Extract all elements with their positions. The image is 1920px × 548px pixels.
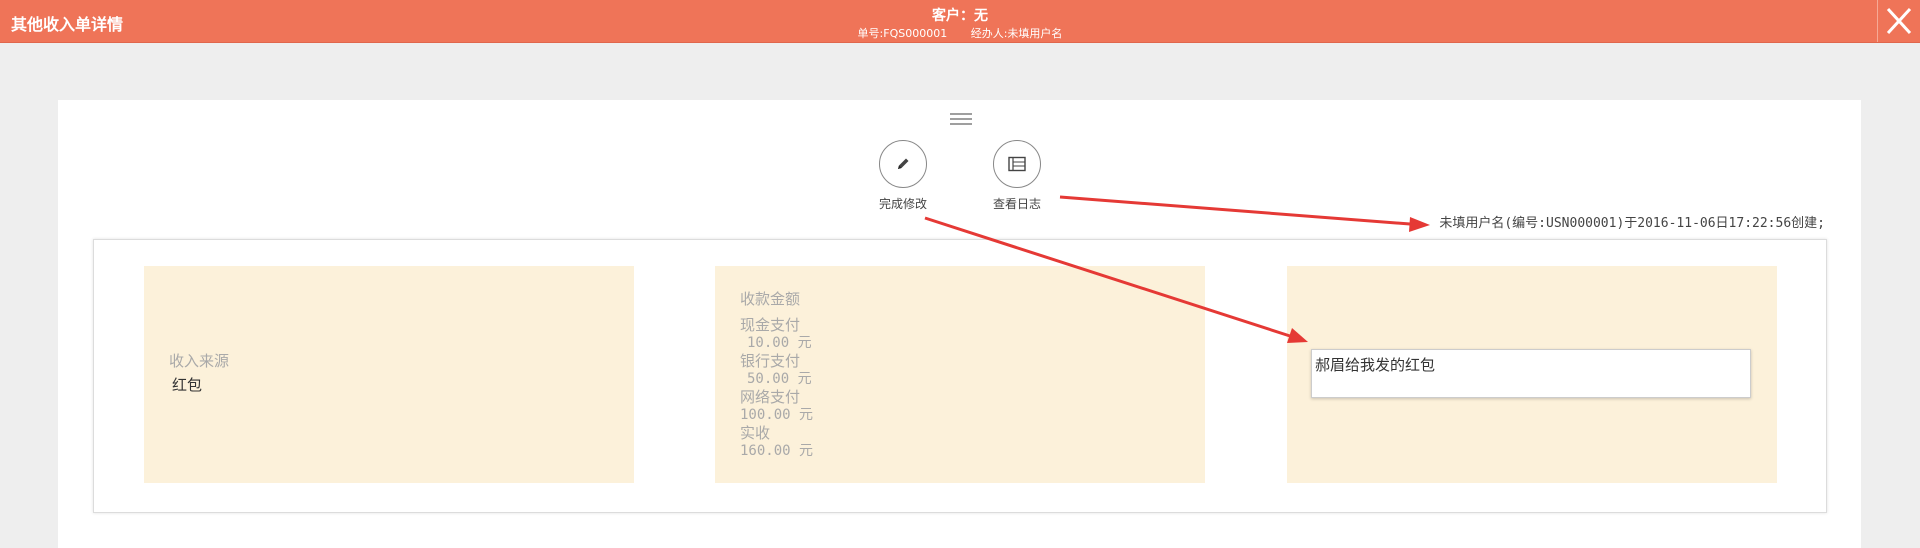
- memo-input[interactable]: 郝眉给我发的红包: [1311, 349, 1751, 398]
- received-label: 实收: [740, 424, 771, 442]
- order-meta: 单号:FQS000001 经办人:未填用户名: [0, 25, 1920, 41]
- close-button[interactable]: [1877, 0, 1920, 42]
- order-number: 单号:FQS000001: [857, 27, 948, 40]
- finish-edit-circle[interactable]: [879, 140, 927, 188]
- bank-value: 50.00 元: [747, 371, 812, 387]
- memo-card: 郝眉给我发的红包: [1287, 266, 1777, 483]
- log-table-icon: [1008, 156, 1026, 172]
- view-log-button[interactable]: 查看日志: [977, 140, 1057, 212]
- received-value: 160.00 元: [740, 443, 814, 459]
- payment-list: 现金支付 10.00 元 银行支付 50.00 元 网络支付 100.00 元 …: [740, 316, 813, 460]
- creation-info: 未填用户名(编号:USN000001)于2016-11-06日17:22:56创…: [1439, 216, 1825, 231]
- view-log-circle[interactable]: [993, 140, 1041, 188]
- handler-name: 经办人:未填用户名: [970, 27, 1063, 40]
- payment-amount-card: 收款金额 现金支付 10.00 元 银行支付 50.00 元 网络支付 100.…: [715, 266, 1205, 483]
- income-source-card: 收入来源 红包: [144, 266, 634, 483]
- customer-label: 客户：无: [932, 8, 988, 24]
- cash-value: 10.00 元: [747, 335, 812, 351]
- online-value: 100.00 元: [740, 407, 814, 423]
- finish-edit-button[interactable]: 完成修改: [863, 140, 943, 212]
- payment-amount-title: 收款金额: [740, 290, 801, 308]
- title-bar: 其他收入单详情 客户：无 单号:FQS000001 经办人:未填用户名: [0, 0, 1920, 43]
- hamburger-icon[interactable]: [950, 112, 972, 128]
- online-label: 网络支付: [740, 388, 801, 406]
- pencil-icon: [898, 158, 909, 169]
- cash-label: 现金支付: [740, 316, 801, 334]
- bank-label: 银行支付: [740, 352, 801, 370]
- income-source-label: 收入来源: [169, 352, 230, 370]
- income-source-value: 红包: [172, 376, 203, 394]
- close-icon: [1886, 7, 1912, 35]
- finish-edit-label: 完成修改: [878, 197, 927, 211]
- view-log-label: 查看日志: [992, 197, 1041, 211]
